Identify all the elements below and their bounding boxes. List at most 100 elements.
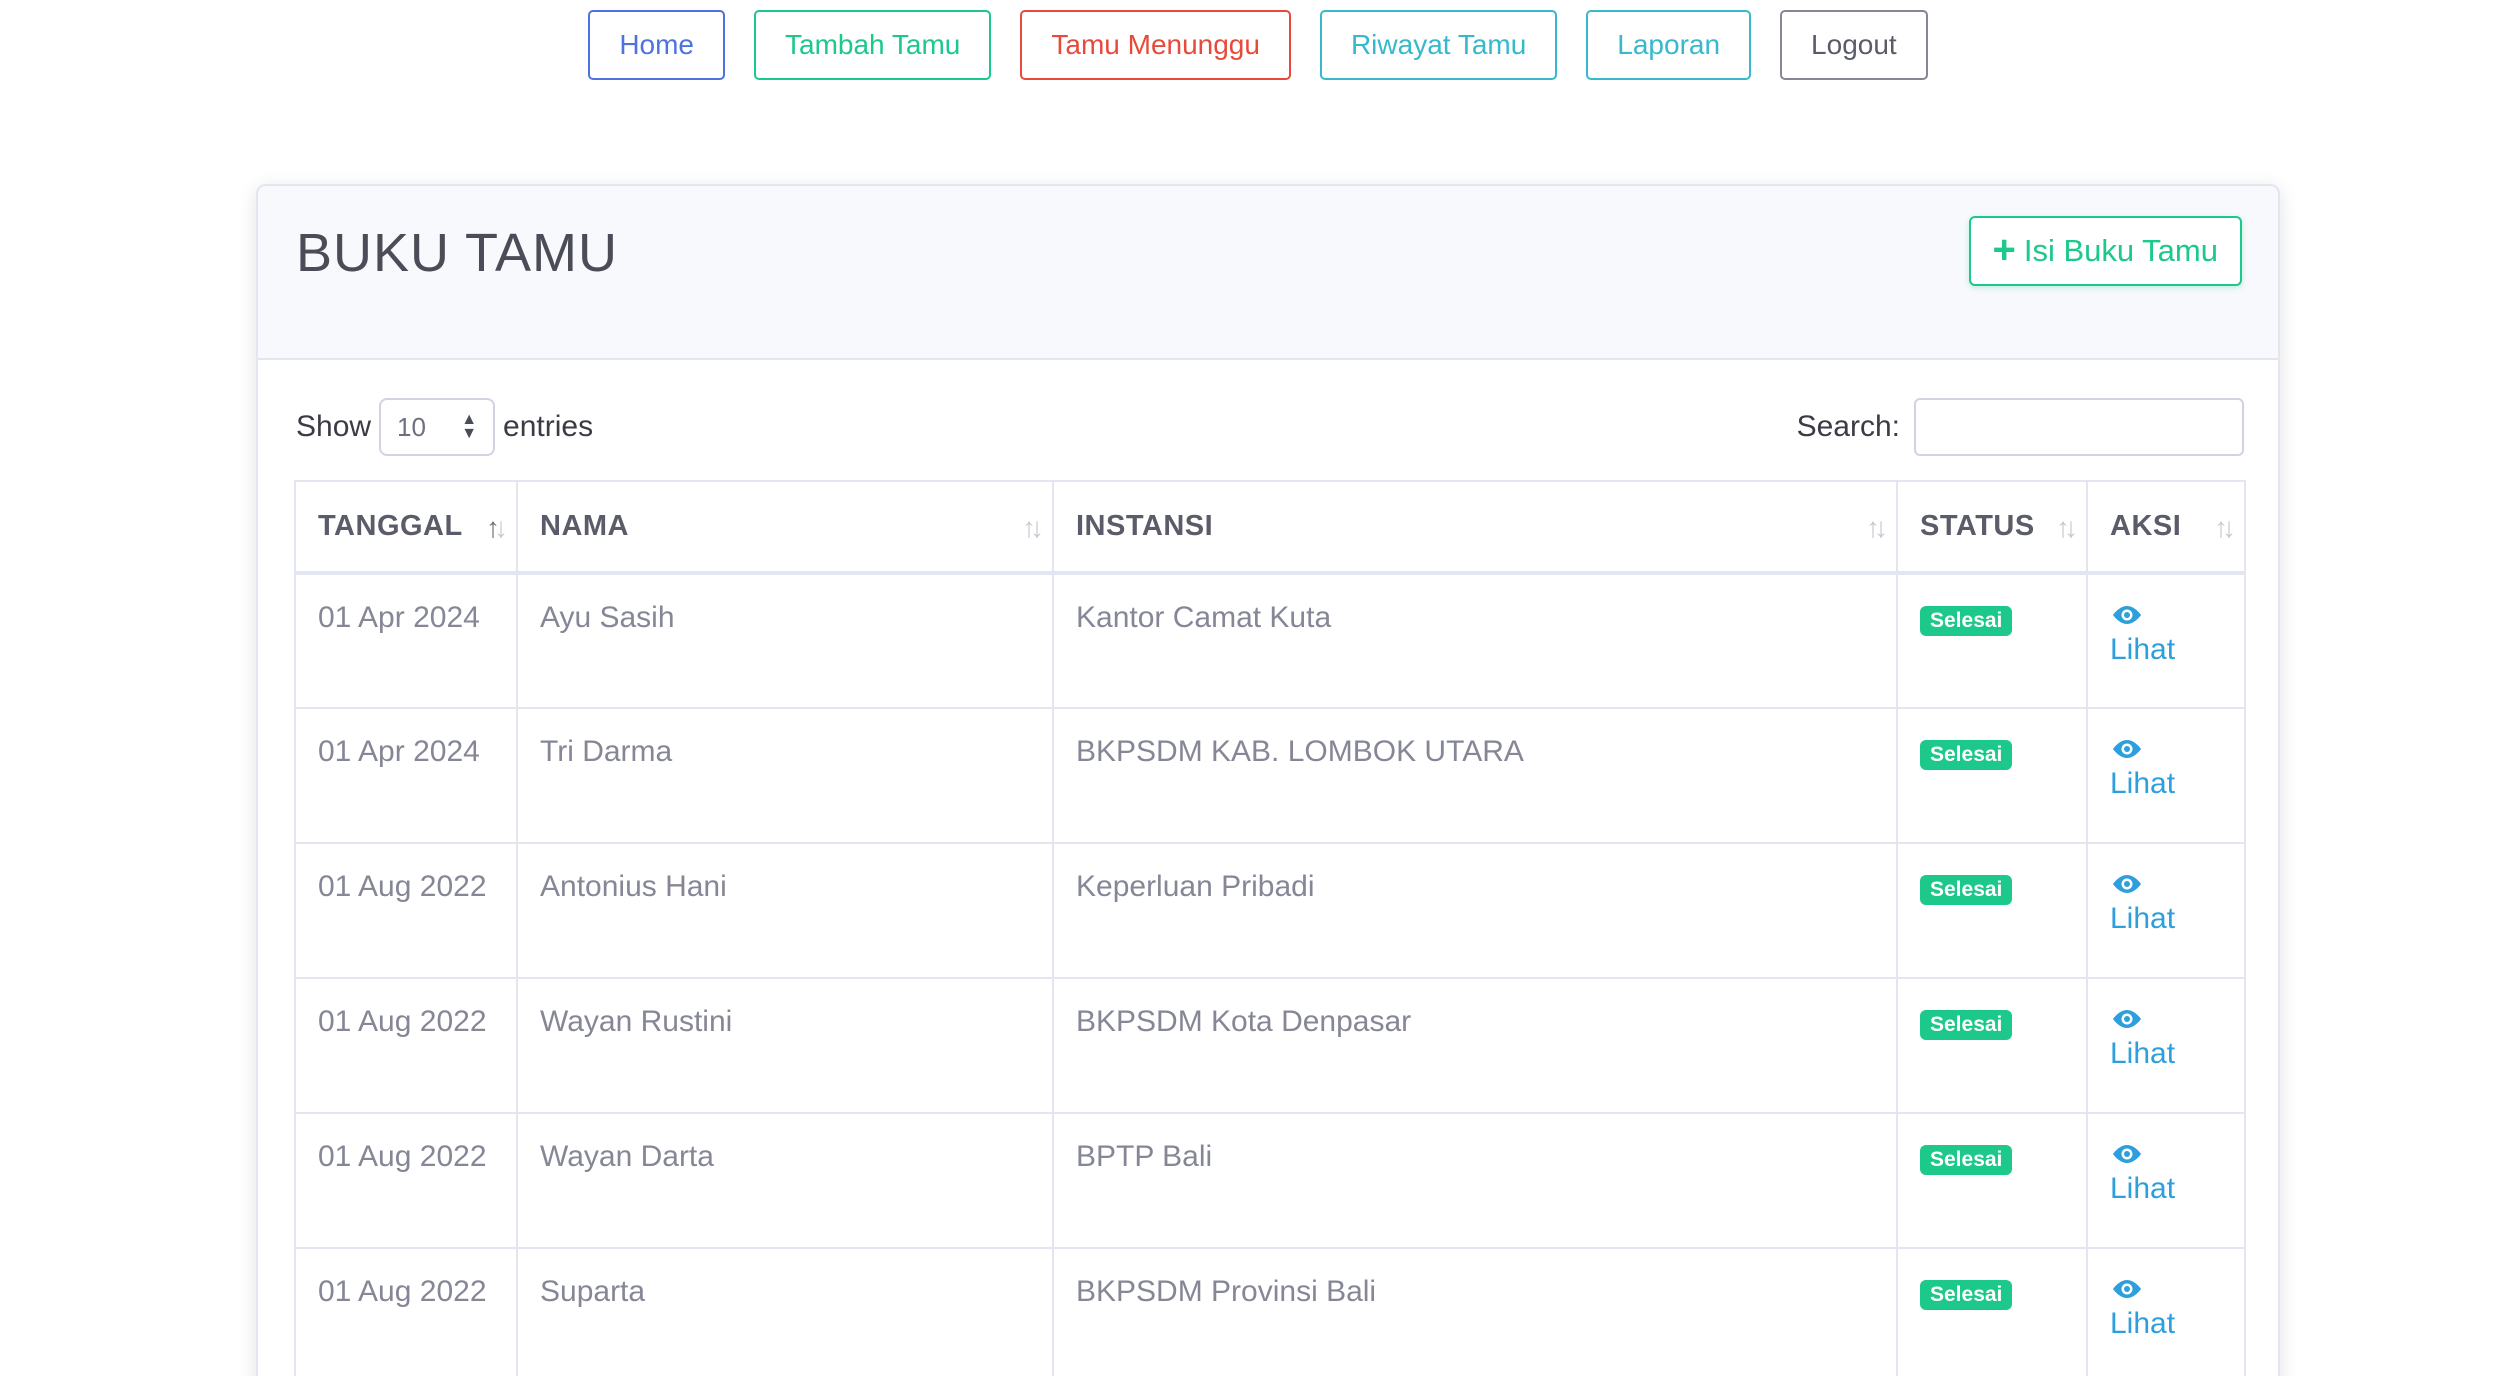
table-row: 01 Aug 2022 Suparta BKPSDM Provinsi Bali…	[295, 1248, 2246, 1376]
column-header-label: INSTANSI	[1076, 510, 1214, 542]
eye-icon	[2113, 875, 2141, 893]
status-badge: Selesai	[1920, 1010, 2013, 1040]
column-header-label: STATUS	[1920, 510, 2035, 542]
lihat-label: Lihat	[2110, 767, 2176, 800]
table-header-row: TANGGAL ↑↓ NAMA ↑↓ INSTANSI ↑↓ STATUS ↑↓ AKS…	[295, 481, 2246, 575]
status-badge: Selesai	[1920, 1280, 2013, 1310]
status-badge: Selesai	[1920, 875, 2013, 905]
cell-tanggal: 01 Aug 2022	[295, 843, 518, 979]
cell-tanggal: 01 Aug 2022	[295, 1248, 518, 1376]
column-header-label: NAMA	[540, 510, 629, 542]
cell-aksi: Lihat	[2087, 978, 2246, 1114]
cell-tanggal: 01 Apr 2024	[295, 573, 518, 709]
status-badge: Selesai	[1920, 606, 2013, 636]
lihat-link[interactable]: Lihat	[2110, 1142, 2222, 1206]
entries-length-value: 10	[397, 411, 426, 442]
cell-aksi: Lihat	[2087, 1113, 2246, 1249]
nav-tamu-menunggu-button[interactable]: Tamu Menunggu	[1020, 10, 1291, 80]
cell-aksi: Lihat	[2087, 1248, 2246, 1376]
guest-table: TANGGAL ↑↓ NAMA ↑↓ INSTANSI ↑↓ STATUS ↑↓ AKS…	[294, 480, 2246, 1376]
entries-length-control: Show 10 ▲ ▼ entries	[296, 398, 593, 456]
cell-nama: Wayan Rustini	[517, 978, 1054, 1114]
cell-tanggal: 01 Apr 2024	[295, 708, 518, 844]
card-body: Show 10 ▲ ▼ entries Search: TANGGAL ↑↓ N…	[294, 360, 2246, 1376]
plus-icon: +	[1992, 228, 2016, 272]
show-label: Show	[296, 410, 372, 443]
column-header-label: TANGGAL	[318, 510, 463, 542]
cell-instansi: Keperluan Pribadi	[1053, 843, 1898, 979]
cell-tanggal: 01 Aug 2022	[295, 978, 518, 1114]
isi-buku-tamu-label: Isi Buku Tamu	[2023, 233, 2218, 268]
table-row: 01 Aug 2022 Wayan Darta BPTP Bali Selesa…	[295, 1113, 2246, 1249]
select-arrows-icon: ▲ ▼	[461, 411, 478, 442]
nav-logout-button[interactable]: Logout	[1780, 10, 1928, 80]
lihat-label: Lihat	[2110, 633, 2176, 666]
lihat-link[interactable]: Lihat	[2110, 603, 2222, 667]
isi-buku-tamu-button[interactable]: + Isi Buku Tamu	[1968, 216, 2242, 286]
cell-instansi: BKPSDM KAB. LOMBOK UTARA	[1053, 708, 1898, 844]
lihat-label: Lihat	[2110, 902, 2176, 935]
lihat-link[interactable]: Lihat	[2110, 737, 2222, 801]
eye-icon	[2113, 1145, 2141, 1163]
cell-nama: Tri Darma	[517, 708, 1054, 844]
nav-home-button[interactable]: Home	[588, 10, 726, 80]
column-header-tanggal[interactable]: TANGGAL ↑↓	[295, 481, 518, 575]
cell-status: Selesai	[1897, 1113, 2088, 1249]
lihat-label: Lihat	[2110, 1172, 2176, 1205]
table-controls: Show 10 ▲ ▼ entries Search:	[294, 360, 2244, 480]
eye-icon	[2113, 1010, 2141, 1028]
cell-nama: Ayu Sasih	[517, 573, 1054, 709]
nav-tambah-tamu-button[interactable]: Tambah Tamu	[754, 10, 992, 80]
nav-laporan-button[interactable]: Laporan	[1586, 10, 1752, 80]
cell-status: Selesai	[1897, 843, 2088, 979]
top-navigation: Home Tambah Tamu Tamu Menunggu Riwayat T…	[0, 10, 2516, 80]
sort-icon: ↑↓	[1022, 512, 1044, 543]
cell-status: Selesai	[1897, 708, 2088, 844]
cell-aksi: Lihat	[2087, 573, 2246, 709]
card-header: BUKU TAMU + Isi Buku Tamu	[258, 186, 2278, 360]
status-badge: Selesai	[1920, 740, 2013, 770]
table-row: 01 Apr 2024 Ayu Sasih Kantor Camat Kuta …	[295, 573, 2246, 709]
cell-aksi: Lihat	[2087, 708, 2246, 844]
search-label: Search:	[1796, 410, 1900, 443]
cell-nama: Suparta	[517, 1248, 1054, 1376]
sort-icon: ↑↓	[1866, 512, 1888, 543]
column-header-aksi[interactable]: AKSI ↑↓	[2087, 481, 2246, 575]
lihat-link[interactable]: Lihat	[2110, 1277, 2222, 1341]
lihat-label: Lihat	[2110, 1037, 2176, 1070]
cell-instansi: Kantor Camat Kuta	[1053, 573, 1898, 709]
cell-aksi: Lihat	[2087, 843, 2246, 979]
status-badge: Selesai	[1920, 1145, 2013, 1175]
eye-icon	[2113, 606, 2141, 624]
cell-tanggal: 01 Aug 2022	[295, 1113, 518, 1249]
sort-icon: ↑↓	[2214, 512, 2236, 543]
sort-icon: ↑↓	[486, 512, 508, 543]
nav-riwayat-tamu-button[interactable]: Riwayat Tamu	[1319, 10, 1558, 80]
lihat-label: Lihat	[2110, 1307, 2176, 1340]
column-header-label: AKSI	[2110, 510, 2182, 542]
column-header-nama[interactable]: NAMA ↑↓	[517, 481, 1054, 575]
cell-nama: Antonius Hani	[517, 843, 1054, 979]
table-row: 01 Aug 2022 Wayan Rustini BKPSDM Kota De…	[295, 978, 2246, 1114]
guestbook-card: BUKU TAMU + Isi Buku Tamu Show 10 ▲ ▼ ent…	[256, 184, 2280, 1376]
table-row: 01 Apr 2024 Tri Darma BKPSDM KAB. LOMBOK…	[295, 708, 2246, 844]
cell-nama: Wayan Darta	[517, 1113, 1054, 1249]
column-header-instansi[interactable]: INSTANSI ↑↓	[1053, 481, 1898, 575]
table-row: 01 Aug 2022 Antonius Hani Keperluan Prib…	[295, 843, 2246, 979]
lihat-link[interactable]: Lihat	[2110, 872, 2222, 936]
search-control: Search:	[1797, 398, 2244, 456]
cell-instansi: BPTP Bali	[1053, 1113, 1898, 1249]
column-header-status[interactable]: STATUS ↑↓	[1897, 481, 2088, 575]
cell-status: Selesai	[1897, 573, 2088, 709]
cell-status: Selesai	[1897, 978, 2088, 1114]
sort-icon: ↑↓	[2056, 512, 2078, 543]
lihat-link[interactable]: Lihat	[2110, 1007, 2222, 1071]
page-title: BUKU TAMU	[296, 223, 619, 283]
eye-icon	[2113, 1280, 2141, 1298]
entries-length-select[interactable]: 10 ▲ ▼	[379, 398, 496, 456]
entries-label: entries	[503, 410, 594, 443]
eye-icon	[2113, 740, 2141, 758]
cell-instansi: BKPSDM Kota Denpasar	[1053, 978, 1898, 1114]
search-input[interactable]	[1914, 398, 2244, 456]
cell-status: Selesai	[1897, 1248, 2088, 1376]
